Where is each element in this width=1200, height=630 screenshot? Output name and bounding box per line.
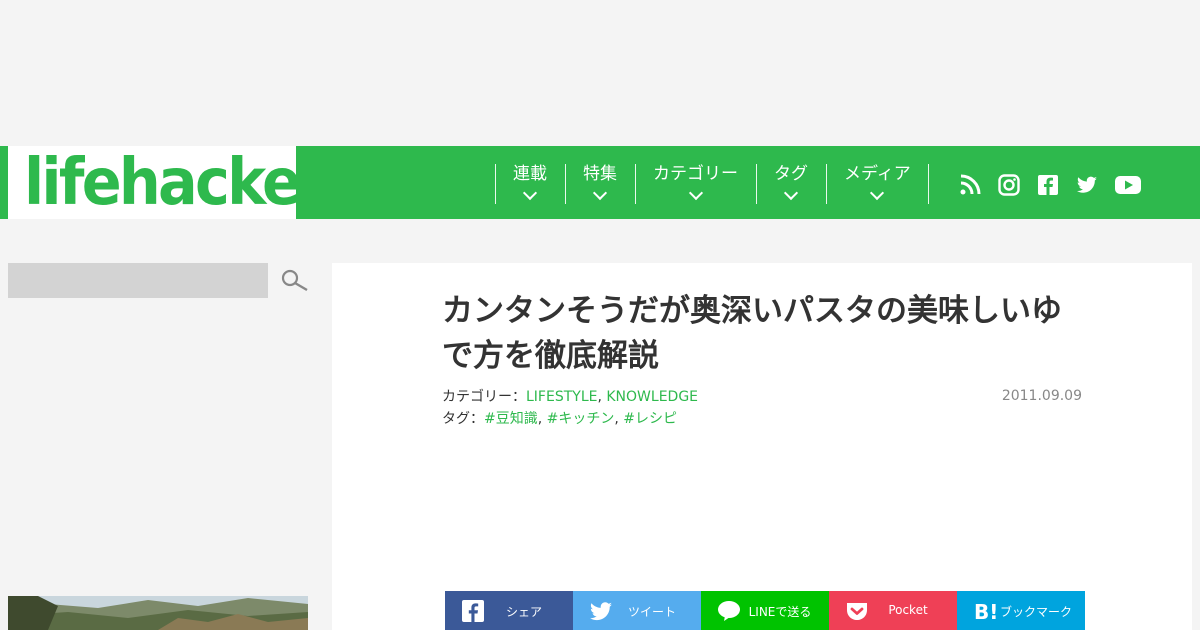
article-tags: タグ：#豆知識, #キッチン, #レシピ (442, 408, 677, 428)
rss-icon[interactable] (958, 173, 982, 197)
share-bar: シェア ツイート LINEで送る Pocket B! ブックマーク (445, 591, 1085, 630)
nav-item-label: タグ (774, 164, 808, 184)
nav-item-label: カテゴリー (653, 164, 738, 184)
main-nav: 連載 特集 カテゴリー タグ メディア (296, 146, 1200, 219)
nav-divider (756, 164, 757, 204)
chevron-down-icon (870, 185, 885, 201)
chevron-down-icon (688, 185, 703, 201)
nav-divider (826, 164, 827, 204)
category-link[interactable]: LIFESTYLE (526, 389, 597, 405)
share-label: Pocket (888, 603, 928, 617)
logo-text: lifehacker (24, 146, 328, 220)
category-label: カテゴリー： (442, 389, 526, 405)
separator: , (614, 411, 619, 427)
article-title: カンタンそうだが奥深いパスタの美味しいゆで方を徹底解説 (442, 293, 1062, 374)
sidebar-photo[interactable] (8, 596, 308, 630)
chevron-down-icon (783, 185, 799, 201)
share-label: ツイート (627, 605, 676, 619)
separator: , (597, 389, 602, 405)
share-label: シェア (505, 605, 542, 619)
landscape-image (8, 596, 308, 630)
nav-item-features[interactable]: 特集 (583, 164, 617, 204)
nav-item-label: 連載 (513, 164, 547, 184)
facebook-share-button[interactable]: シェア (445, 591, 573, 630)
site-logo[interactable]: lifehacker (0, 146, 328, 220)
tag-link[interactable]: #レシピ (623, 411, 677, 427)
nav-item-label: メディア (844, 164, 911, 184)
article-card: カンタンそうだが奥深いパスタの美味しいゆで方を徹底解説 カテゴリー：LIFEST… (332, 263, 1192, 630)
publish-date: 2011.09.09 (1001, 388, 1082, 404)
category-link[interactable]: KNOWLEDGE (606, 389, 698, 405)
nav-item-media[interactable]: メディア (844, 164, 911, 204)
share-label: ブックマーク (999, 605, 1072, 619)
chevron-down-icon (522, 185, 538, 201)
tag-link[interactable]: #豆知識 (484, 411, 538, 427)
chevron-down-icon (592, 185, 608, 201)
tag-link[interactable]: #キッチン (547, 411, 615, 427)
nav-divider (565, 164, 566, 204)
instagram-icon[interactable] (997, 173, 1021, 197)
search-input[interactable] (8, 263, 268, 298)
nav-item-tags[interactable]: タグ (774, 164, 808, 204)
nav-divider (635, 164, 636, 204)
nav-divider (928, 164, 929, 204)
youtube-icon[interactable] (1114, 173, 1142, 197)
nav-divider (495, 164, 496, 204)
logo-accent-bar (0, 146, 8, 219)
tweet-button[interactable]: ツイート (573, 591, 701, 630)
line-share-button[interactable]: LINEで送る (701, 591, 829, 630)
article-categories: カテゴリー：LIFESTYLE, KNOWLEDGE (442, 386, 698, 406)
share-label: LINEで送る (748, 605, 812, 619)
nav-item-series[interactable]: 連載 (513, 164, 547, 204)
nav-item-label: 特集 (583, 164, 617, 184)
pocket-button[interactable]: Pocket (829, 591, 957, 630)
twitter-icon[interactable] (1075, 173, 1099, 197)
tag-label: タグ： (442, 411, 484, 427)
hatena-bookmark-button[interactable]: B! ブックマーク (957, 591, 1085, 630)
facebook-icon[interactable] (1036, 173, 1060, 197)
search-icon[interactable] (280, 268, 310, 294)
separator: , (537, 411, 543, 427)
nav-item-category[interactable]: カテゴリー (653, 164, 738, 204)
